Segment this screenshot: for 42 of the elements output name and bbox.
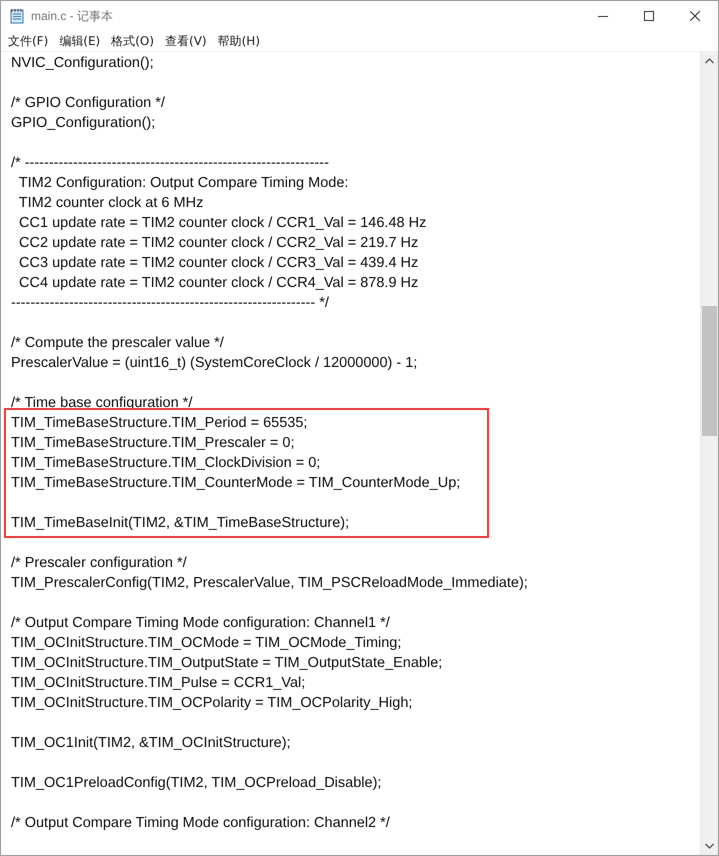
code-line: TIM_TimeBaseStructure.TIM_Prescaler = 0; xyxy=(11,434,296,453)
menu-item[interactable]: 文件(F) xyxy=(3,32,54,50)
scroll-up-icon[interactable] xyxy=(705,58,714,64)
code-line: TIM2 counter clock at 6 MHz xyxy=(18,194,204,213)
code-line: TIM_OC1Init(TIM2, &TIM_OCInitStructure); xyxy=(11,734,292,753)
code-line: TIM_OCInitStructure.TIM_OutputState = TIM_OutputState_Enable; xyxy=(11,654,444,673)
code-line: TIM_PrescalerConfig(TIM2, PrescalerValue, TIM_PSCReloadMode_Immediate); xyxy=(11,574,529,593)
scroll-down-icon[interactable] xyxy=(705,843,714,849)
code-line: TIM_OC1PreloadConfig(TIM2, TIM_OCPreload_Disable); xyxy=(11,774,382,793)
menu-item[interactable]: 帮助(H) xyxy=(212,32,265,50)
code-line: TIM_TimeBaseStructure.TIM_CounterMode = TIM_CounterMode_Up; xyxy=(11,474,462,493)
close-icon xyxy=(690,11,700,21)
code-line: TIM_TimeBaseInit(TIM2, &TIM_TimeBaseStructure); xyxy=(11,514,350,533)
code-line: TIM_OCInitStructure.TIM_OCPolarity = TIM_OCPolarity_High; xyxy=(11,694,414,713)
code-line: TIM_OCInitStructure.TIM_Pulse = CCR1_Val; xyxy=(11,674,306,693)
code-line: /* Time base configuration */ xyxy=(11,394,194,413)
code-line: CC4 update rate = TIM2 counter clock / CCR4_Val = 878.9 Hz xyxy=(18,274,420,293)
code-line: NVIC_Configuration(); xyxy=(11,54,155,73)
window-title: main.c - 记事本 xyxy=(31,8,114,24)
code-line: /* Prescaler configuration */ xyxy=(11,554,188,573)
menu-item[interactable]: 编辑(E) xyxy=(54,32,106,50)
code-line: TIM2 Configuration: Output Compare Timing Mode: xyxy=(18,174,350,193)
vertical-scrollbar[interactable] xyxy=(700,52,718,855)
menu-item[interactable]: 格式(O) xyxy=(106,32,160,50)
notepad-icon xyxy=(9,8,25,24)
menu-item[interactable]: 查看(V) xyxy=(160,32,212,50)
maximize-icon xyxy=(644,11,654,21)
code-line: TIM_TimeBaseStructure.TIM_Period = 65535; xyxy=(11,414,308,433)
scroll-thumb[interactable] xyxy=(702,306,717,436)
code-line: GPIO_Configuration(); xyxy=(11,114,156,133)
code-line: CC3 update rate = TIM2 counter clock / CCR3_Val = 439.4 Hz xyxy=(18,254,420,273)
code-line: CC1 update rate = TIM2 counter clock / CCR1_Val = 146.48 Hz xyxy=(18,214,428,233)
code-line: CC2 update rate = TIM2 counter clock / CCR2_Val = 219.7 Hz xyxy=(18,234,420,253)
code-line: /* Output Compare Timing Mode configuration: Channel1 */ xyxy=(11,614,391,633)
code-line: TIM_TimeBaseStructure.TIM_ClockDivision = 0; xyxy=(11,454,322,473)
code-line: TIM_OCInitStructure.TIM_OCMode = TIM_OCMode_Timing; xyxy=(11,634,402,653)
code-line: /* Output Compare Timing Mode configuration: Channel2 */ xyxy=(11,814,391,833)
code-line: /* --------------------------------------------------------------- xyxy=(11,154,330,173)
code-line: /* GPIO Configuration */ xyxy=(11,94,166,113)
code-line: PrescalerValue = (uint16_t) (SystemCoreClock / 12000000) - 1; xyxy=(11,354,418,373)
code-line: --------------------------------------------------------------- */ xyxy=(11,294,330,313)
code-line: /* Compute the prescaler value */ xyxy=(11,334,225,353)
